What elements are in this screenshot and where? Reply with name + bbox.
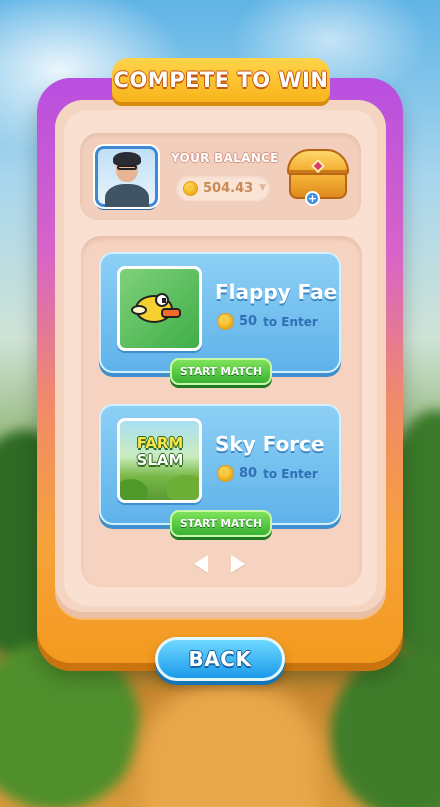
chevron-down-icon: ▼ xyxy=(259,183,267,193)
game-title: Sky Force xyxy=(215,432,325,456)
start-match-button[interactable]: START MATCH xyxy=(170,510,272,537)
game-thumbnail xyxy=(117,266,202,351)
background-path xyxy=(140,680,320,807)
page-title: COMPETE TO WIN xyxy=(113,68,329,92)
player-avatar[interactable] xyxy=(95,146,158,207)
back-button[interactable]: BACK xyxy=(155,637,285,681)
add-icon[interactable]: + xyxy=(305,191,320,206)
start-match-label: START MATCH xyxy=(180,365,262,378)
title-banner: COMPETE TO WIN xyxy=(112,58,330,102)
treasure-chest-icon[interactable]: + xyxy=(283,147,353,206)
flappy-bird-icon xyxy=(131,291,181,325)
balance-value: 504.43 xyxy=(203,180,254,196)
coin-icon xyxy=(218,314,233,329)
farm-slam-logo: FARM SLAM xyxy=(136,434,184,469)
entry-amount: 80 xyxy=(239,466,258,481)
coin-icon xyxy=(218,466,233,481)
arrow-left-icon[interactable] xyxy=(194,555,208,573)
entry-fee: 80 to Enter xyxy=(218,466,318,481)
start-match-label: START MATCH xyxy=(180,517,262,530)
entry-text: to Enter xyxy=(263,314,318,329)
balance-dropdown[interactable]: 504.43 ▼ xyxy=(176,175,270,201)
entry-text: to Enter xyxy=(263,466,318,481)
start-match-button[interactable]: START MATCH xyxy=(170,358,272,385)
background-bush xyxy=(330,650,440,807)
back-label: BACK xyxy=(188,647,252,671)
balance-label: YOUR BALANCE xyxy=(171,151,279,165)
entry-amount: 50 xyxy=(239,314,258,329)
game-title: Flappy Fae xyxy=(215,280,338,304)
coin-icon xyxy=(184,181,197,195)
game-card-flappy-fae[interactable]: Flappy Fae 50 to Enter xyxy=(99,252,341,373)
game-card-sky-force[interactable]: FARM SLAM Sky Force 80 to Enter xyxy=(99,404,341,525)
entry-fee: 50 to Enter xyxy=(218,314,318,329)
arrow-right-icon[interactable] xyxy=(231,555,245,573)
background-bush xyxy=(0,640,140,807)
farm-slam-thumbnail: FARM SLAM xyxy=(117,418,202,503)
